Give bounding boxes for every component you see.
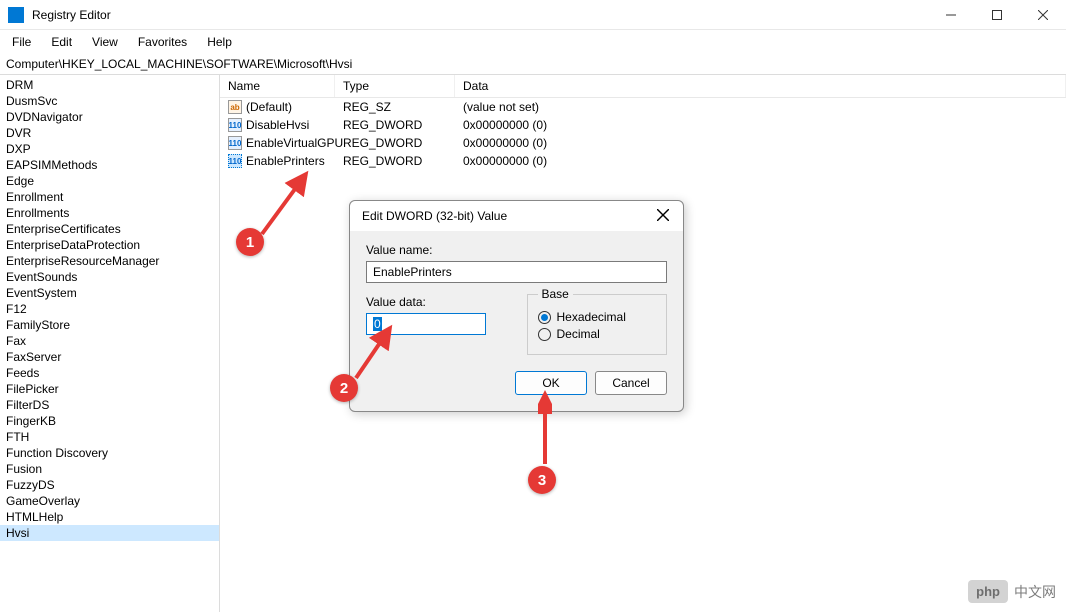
col-type[interactable]: Type xyxy=(335,75,455,97)
list-row[interactable]: 110 DisableHvsi REG_DWORD0x00000000 (0) xyxy=(220,116,1066,134)
menubar: File Edit View Favorites Help xyxy=(0,30,1066,54)
value-type: REG_DWORD xyxy=(335,153,455,169)
value-data: 0x00000000 (0) xyxy=(455,153,1066,169)
tree-item[interactable]: F12 xyxy=(0,301,219,317)
value-data: 0x00000000 (0) xyxy=(455,117,1066,133)
value-data-label: Value data: xyxy=(366,295,507,309)
tree-item[interactable]: DXP xyxy=(0,141,219,157)
value-name-label: Value name: xyxy=(366,243,667,257)
tree-item[interactable]: Feeds xyxy=(0,365,219,381)
cancel-button[interactable]: Cancel xyxy=(595,371,667,395)
menu-view[interactable]: View xyxy=(84,33,126,51)
tree-item[interactable]: DVR xyxy=(0,125,219,141)
tree-item[interactable]: DRM xyxy=(0,77,219,93)
tree-item[interactable]: Fax xyxy=(0,333,219,349)
tree-item[interactable]: FTH xyxy=(0,429,219,445)
annotation-3: 3 xyxy=(528,466,556,494)
base-legend: Base xyxy=(538,287,573,301)
tree-item[interactable]: GameOverlay xyxy=(0,493,219,509)
reg-dw-icon: 110 xyxy=(228,136,242,150)
dialog-titlebar: Edit DWORD (32-bit) Value xyxy=(350,201,683,231)
tree-item[interactable]: FaxServer xyxy=(0,349,219,365)
value-data: (value not set) xyxy=(455,99,1066,115)
tree-item[interactable]: Enrollment xyxy=(0,189,219,205)
annotation-1: 1 xyxy=(236,228,264,256)
value-name: EnableVirtualGPU xyxy=(246,136,343,150)
dialog-title: Edit DWORD (32-bit) Value xyxy=(362,209,507,223)
tree-item[interactable]: FilterDS xyxy=(0,397,219,413)
value-name: EnablePrinters xyxy=(246,154,325,168)
radio-dec-label: Decimal xyxy=(557,327,600,341)
maximize-button[interactable] xyxy=(974,0,1020,30)
watermark-logo: php xyxy=(968,580,1008,603)
tree-item[interactable]: FamilyStore xyxy=(0,317,219,333)
app-icon xyxy=(8,7,24,23)
tree-panel[interactable]: DRMDusmSvcDVDNavigatorDVRDXPEAPSIMMethod… xyxy=(0,75,220,612)
tree-item[interactable]: DVDNavigator xyxy=(0,109,219,125)
col-name[interactable]: Name xyxy=(220,75,335,97)
watermark: php 中文网 xyxy=(968,580,1056,603)
titlebar: Registry Editor xyxy=(0,0,1066,30)
window-title: Registry Editor xyxy=(32,8,1058,22)
tree-item[interactable]: EventSystem xyxy=(0,285,219,301)
radio-dec[interactable]: Decimal xyxy=(538,327,657,341)
value-data: 0x00000000 (0) xyxy=(455,135,1066,151)
tree-item[interactable]: Function Discovery xyxy=(0,445,219,461)
value-data-input[interactable]: 0 xyxy=(366,313,486,335)
tree-item[interactable]: FuzzyDS xyxy=(0,477,219,493)
tree-item[interactable]: FingerKB xyxy=(0,413,219,429)
tree-item[interactable]: Edge xyxy=(0,173,219,189)
tree-item[interactable]: Hvsi xyxy=(0,525,219,541)
value-type: REG_DWORD xyxy=(335,135,455,151)
ok-button[interactable]: OK xyxy=(515,371,587,395)
tree-item[interactable]: EAPSIMMethods xyxy=(0,157,219,173)
dialog-close-button[interactable] xyxy=(657,209,671,223)
minimize-button[interactable] xyxy=(928,0,974,30)
radio-hex[interactable]: Hexadecimal xyxy=(538,310,657,324)
tree-item[interactable]: DusmSvc xyxy=(0,93,219,109)
list-row[interactable]: ab (Default) REG_SZ(value not set) xyxy=(220,98,1066,116)
address-bar[interactable]: Computer\HKEY_LOCAL_MACHINE\SOFTWARE\Mic… xyxy=(0,54,1066,75)
menu-favorites[interactable]: Favorites xyxy=(130,33,195,51)
base-fieldset: Base Hexadecimal Decimal xyxy=(527,287,668,355)
reg-sz-icon: ab xyxy=(228,100,242,114)
menu-edit[interactable]: Edit xyxy=(43,33,80,51)
value-type: REG_SZ xyxy=(335,99,455,115)
reg-dw-icon: 110 xyxy=(228,154,242,168)
tree-item[interactable]: Enrollments xyxy=(0,205,219,221)
tree-item[interactable]: EnterpriseResourceManager xyxy=(0,253,219,269)
radio-dec-input[interactable] xyxy=(538,328,551,341)
value-name: (Default) xyxy=(246,100,292,114)
col-data[interactable]: Data xyxy=(455,75,1066,97)
menu-help[interactable]: Help xyxy=(199,33,240,51)
reg-dw-icon: 110 xyxy=(228,118,242,132)
tree-item[interactable]: EnterpriseDataProtection xyxy=(0,237,219,253)
radio-hex-input[interactable] xyxy=(538,311,551,324)
list-header: Name Type Data xyxy=(220,75,1066,98)
tree-item[interactable]: FilePicker xyxy=(0,381,219,397)
tree-item[interactable]: EnterpriseCertificates xyxy=(0,221,219,237)
watermark-text: 中文网 xyxy=(1014,582,1056,602)
radio-hex-label: Hexadecimal xyxy=(557,310,626,324)
value-name-input[interactable] xyxy=(366,261,667,283)
tree-item[interactable]: Fusion xyxy=(0,461,219,477)
edit-dword-dialog: Edit DWORD (32-bit) Value Value name: Va… xyxy=(349,200,684,412)
value-type: REG_DWORD xyxy=(335,117,455,133)
tree-item[interactable]: EventSounds xyxy=(0,269,219,285)
value-name: DisableHvsi xyxy=(246,118,309,132)
close-button[interactable] xyxy=(1020,0,1066,30)
list-row[interactable]: 110 EnablePrinters REG_DWORD0x00000000 (0) xyxy=(220,152,1066,170)
tree-item[interactable]: HTMLHelp xyxy=(0,509,219,525)
list-row[interactable]: 110 EnableVirtualGPUREG_DWORD0x00000000 (… xyxy=(220,134,1066,152)
menu-file[interactable]: File xyxy=(4,33,39,51)
annotation-2: 2 xyxy=(330,374,358,402)
